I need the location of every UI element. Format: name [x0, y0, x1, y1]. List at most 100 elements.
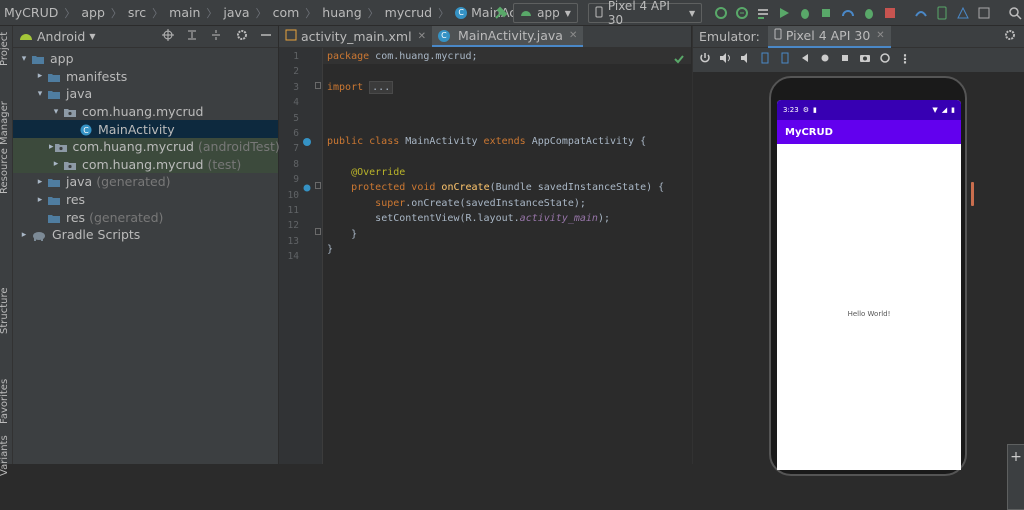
tree-item[interactable]: ▾ app [13, 50, 278, 68]
fold-marker-icon[interactable] [315, 82, 321, 89]
tab-resource-manager[interactable]: Resource Manager [0, 101, 10, 194]
volume-down-icon[interactable] [739, 52, 751, 67]
gear-icon[interactable] [1004, 29, 1016, 44]
fold-marker-icon[interactable] [315, 182, 321, 189]
tree-item[interactable]: res (generated) [13, 208, 278, 226]
breadcrumb-item[interactable]: java [223, 5, 249, 20]
folded-imports[interactable]: ... [369, 81, 394, 94]
breadcrumb-item[interactable]: src [128, 5, 146, 20]
breadcrumb-separator-icon: 〉 [152, 6, 164, 20]
zoom-in-icon[interactable]: + [1008, 449, 1024, 465]
attach-debugger-icon[interactable] [818, 4, 835, 22]
chevron-down-icon[interactable]: ▼ [89, 32, 95, 41]
tree-item[interactable]: ▸ res [13, 191, 278, 209]
avd-manager-icon[interactable] [934, 4, 951, 22]
fold-marker-icon[interactable] [315, 228, 321, 235]
expand-all-icon[interactable] [186, 29, 198, 44]
device-select[interactable]: Pixel 4 API 30 ▼ [587, 0, 703, 27]
tree-item[interactable]: ▸ Gradle Scripts [13, 226, 278, 244]
chevron-right-icon[interactable]: ▸ [17, 230, 31, 240]
tree-item[interactable]: ▸ com.huang.mycrud (test) [13, 155, 278, 174]
line-number: 13 [287, 235, 299, 247]
code-line: setContentView(R.layout.activity_main); [375, 213, 610, 224]
phone-icon [595, 6, 603, 21]
power-icon[interactable] [699, 52, 711, 67]
debug-bug-icon[interactable] [797, 4, 814, 22]
tree-item-suffix: (androidTest) [197, 139, 280, 155]
emulator-device-tab[interactable]: Pixel 4 API 30 ✕ [767, 25, 891, 48]
tab-variants[interactable]: Variants [0, 435, 10, 476]
tab-activity-main-xml[interactable]: activity_main.xml ✕ [279, 26, 432, 47]
settings-icon: ⚙ [802, 106, 810, 114]
tree-item[interactable]: ▸ com.huang.mycrud (androidTest) [13, 137, 280, 156]
tab-favorites[interactable]: Favorites [0, 379, 10, 424]
chevron-down-icon[interactable]: ▾ [49, 107, 63, 117]
breadcrumb-separator-icon: 〉 [305, 6, 317, 20]
breadcrumb-item[interactable]: main [169, 5, 200, 20]
signal-icon: ◢ [941, 106, 948, 114]
left-tool-strip: Project Resource Manager Structure Favor… [0, 26, 13, 476]
zoom-controls[interactable]: + [1007, 444, 1024, 510]
volume-up-icon[interactable] [719, 52, 731, 67]
tree-item-label: java [66, 86, 93, 102]
breadcrumb-item[interactable]: huang [322, 5, 361, 20]
run-config-select[interactable]: app ▼ [513, 3, 578, 23]
editor-tabs: activity_main.xml ✕ C MainActivity.java … [279, 26, 691, 48]
chevron-right-icon[interactable]: ▸ [33, 195, 47, 205]
stop-icon[interactable] [881, 4, 898, 22]
code-content[interactable]: package com.huang.mycrud; import ... pub… [327, 48, 691, 255]
home-icon[interactable] [819, 52, 831, 67]
minimize-icon[interactable] [260, 29, 272, 44]
tree-item[interactable]: C MainActivity [13, 120, 278, 138]
breadcrumb-separator-icon: 〉 [438, 6, 450, 20]
rotate-left-icon[interactable] [759, 52, 771, 67]
locate-icon[interactable] [162, 29, 174, 44]
app-bar: MyCRUD [777, 120, 961, 144]
phone-screen[interactable]: 3:23 ⚙ ▮ ▼ ◢ ▮ MyCRUD Hello World! [777, 100, 961, 470]
gradle-sync-icon[interactable] [912, 4, 929, 22]
wifi-icon: ▼ [932, 106, 938, 114]
profiler-icon[interactable] [839, 4, 856, 22]
chevron-right-icon[interactable]: ▸ [49, 159, 63, 169]
tab-project[interactable]: Project [0, 32, 10, 66]
coverage-icon[interactable] [754, 4, 771, 22]
layout-inspector-icon[interactable] [976, 4, 993, 22]
snapshot-icon[interactable] [879, 52, 891, 67]
close-icon[interactable]: ✕ [418, 31, 426, 42]
apply-changes-icon[interactable] [712, 4, 729, 22]
back-icon[interactable] [799, 52, 811, 67]
attach-process-icon[interactable] [860, 4, 877, 22]
sdk-manager-icon[interactable] [955, 4, 972, 22]
chevron-right-icon[interactable]: ▸ [33, 71, 47, 81]
tree-item[interactable]: ▸ manifests [13, 68, 278, 86]
camera-icon[interactable] [859, 52, 871, 67]
breadcrumb: MyCRUD 〉 app 〉 src 〉 main 〉 java 〉 com 〉 huang 〉 mycru… [0, 0, 548, 26]
run-toolbar: app ▼ Pixel 4 API 30 ▼ [492, 0, 1024, 27]
build-hammer-icon[interactable] [492, 4, 509, 22]
search-icon[interactable] [1007, 4, 1024, 22]
phone-side-button[interactable] [971, 182, 974, 206]
overview-icon[interactable] [839, 52, 851, 67]
more-options-icon[interactable]: ⋮ [899, 52, 911, 66]
tree-item[interactable]: ▸ java (generated) [13, 173, 278, 191]
chevron-down-icon[interactable]: ▾ [17, 54, 31, 64]
run-icon[interactable] [776, 4, 793, 22]
collapse-all-icon[interactable] [210, 29, 222, 44]
tree-item[interactable]: ▾ com.huang.mycrud [13, 103, 278, 121]
rotate-right-icon[interactable] [779, 52, 791, 67]
chevron-right-icon[interactable]: ▸ [33, 177, 47, 187]
close-icon[interactable]: ✕ [569, 30, 577, 41]
apply-code-changes-icon[interactable] [733, 4, 750, 22]
chevron-down-icon[interactable]: ▾ [33, 89, 47, 99]
breadcrumb-label: main [169, 5, 201, 20]
breadcrumb-item[interactable]: com [273, 5, 300, 20]
project-view-select[interactable]: Android [37, 29, 85, 44]
tab-structure[interactable]: Structure [0, 287, 10, 334]
tree-item[interactable]: ▾ java [13, 85, 278, 103]
gear-icon[interactable] [236, 29, 248, 44]
breadcrumb-item[interactable]: MyCRUD [4, 5, 58, 20]
tab-mainactivity-java[interactable]: C MainActivity.java ✕ [431, 26, 584, 47]
close-icon[interactable]: ✕ [876, 30, 884, 41]
breadcrumb-item[interactable]: app [81, 5, 105, 20]
breadcrumb-item[interactable]: mycrud [385, 5, 432, 20]
